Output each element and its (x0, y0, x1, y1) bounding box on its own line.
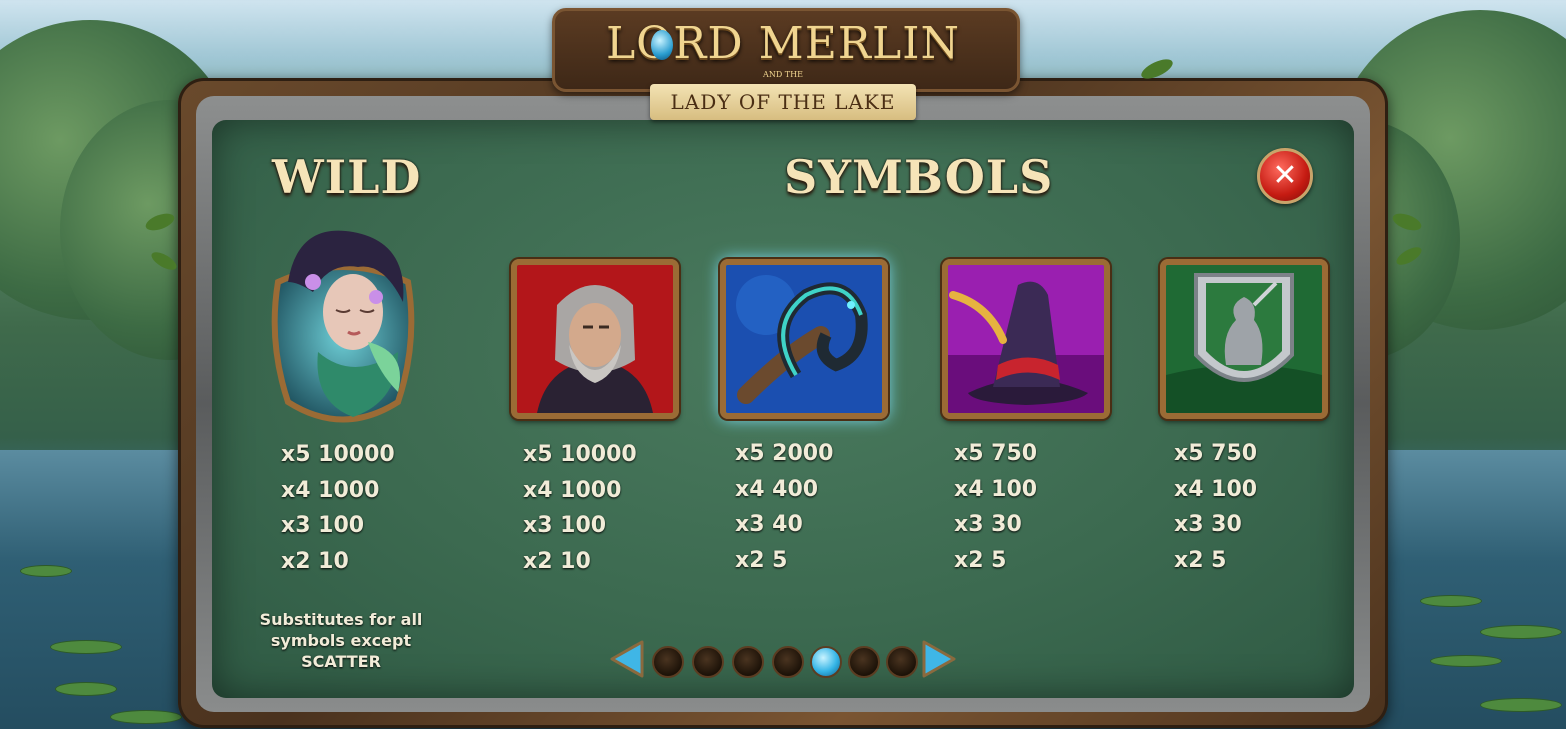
dragon-paytable: x5 2000 x4 400 x3 40 x2 5 (735, 436, 833, 579)
lily-pad (50, 640, 122, 654)
lily-pad (1480, 625, 1562, 639)
lily-pad (55, 682, 117, 696)
wild-heading: WILD (272, 150, 422, 204)
merlin-paytable: x5 10000 x4 1000 x3 100 x2 10 (523, 437, 637, 580)
wild-description: Substitutes for all symbols except SCATT… (248, 609, 434, 672)
dragon-symbol-icon (720, 259, 888, 419)
lily-pad (1430, 655, 1502, 667)
prev-page-button[interactable] (608, 640, 644, 678)
payout-x3: x3 30 (954, 512, 1022, 538)
wizard-hat-symbol-icon (942, 259, 1110, 419)
lion-shield-paytable: x5 750 x4 100 x3 30 x2 5 (1174, 436, 1257, 579)
logo-title: LORD MERLIN (605, 18, 961, 69)
wild-description-line: Substitutes for all (259, 610, 423, 629)
wild-description-line: SCATTER (301, 652, 381, 671)
payout-x4: x4 400 (735, 476, 819, 502)
game-logo: LORD MERLIN AND THE LADY OF THE LAKE (552, 4, 1020, 122)
payout-x5: x5 750 (954, 441, 1038, 466)
logo-joiner: AND THE (763, 70, 803, 79)
page-dot-3[interactable] (732, 646, 764, 678)
payout-x4: x4 100 (1174, 476, 1258, 502)
payout-x2: x2 10 (281, 549, 349, 575)
wild-paytable: x5 10000 x4 1000 x3 100 x2 10 (281, 437, 395, 580)
payout-x3: x3 100 (281, 513, 365, 539)
payout-x4: x4 1000 (281, 477, 380, 503)
arrow-left-icon (610, 640, 644, 678)
wizard-hat-paytable: x5 750 x4 100 x3 30 x2 5 (954, 436, 1037, 579)
lily-pad (20, 565, 72, 577)
payout-x5: x5 10000 (523, 442, 637, 467)
lion-shield-symbol-icon (1160, 259, 1328, 419)
payout-x3: x3 100 (523, 513, 607, 539)
payout-x5: x5 750 (1174, 441, 1258, 466)
lily-pad (1420, 595, 1482, 607)
page-dot-5-active[interactable] (810, 646, 842, 678)
page-dot-2[interactable] (692, 646, 724, 678)
payout-x4: x4 1000 (523, 477, 622, 503)
lily-pad (110, 710, 182, 724)
payout-x4: x4 100 (954, 476, 1038, 502)
page-dot-7[interactable] (886, 646, 918, 678)
payout-x5: x5 2000 (735, 441, 834, 466)
payout-x5: x5 10000 (281, 442, 395, 467)
payout-x2: x2 5 (954, 548, 1007, 574)
lily-pad (1480, 698, 1562, 712)
payout-x3: x3 30 (1174, 512, 1242, 538)
close-button[interactable]: ✕ (1257, 148, 1313, 204)
symbols-heading: SYMBOLS (784, 150, 1054, 204)
merlin-symbol-icon (511, 259, 679, 419)
page-dot-4[interactable] (772, 646, 804, 678)
page-dot-6[interactable] (848, 646, 880, 678)
payout-x2: x2 5 (1174, 548, 1227, 574)
next-page-button[interactable] (922, 640, 958, 678)
wild-description-line: symbols except (270, 631, 412, 650)
page-dot-1[interactable] (652, 646, 684, 678)
payout-x3: x3 40 (735, 512, 803, 538)
gem-icon (651, 30, 673, 60)
page-navigation (606, 638, 962, 682)
wild-symbol-lady-icon (258, 222, 428, 432)
logo-subtitle: LADY OF THE LAKE (670, 90, 896, 114)
arrow-right-icon (922, 640, 956, 678)
close-icon: ✕ (1272, 158, 1298, 193)
payout-x2: x2 10 (523, 549, 591, 575)
payout-x2: x2 5 (735, 548, 788, 574)
